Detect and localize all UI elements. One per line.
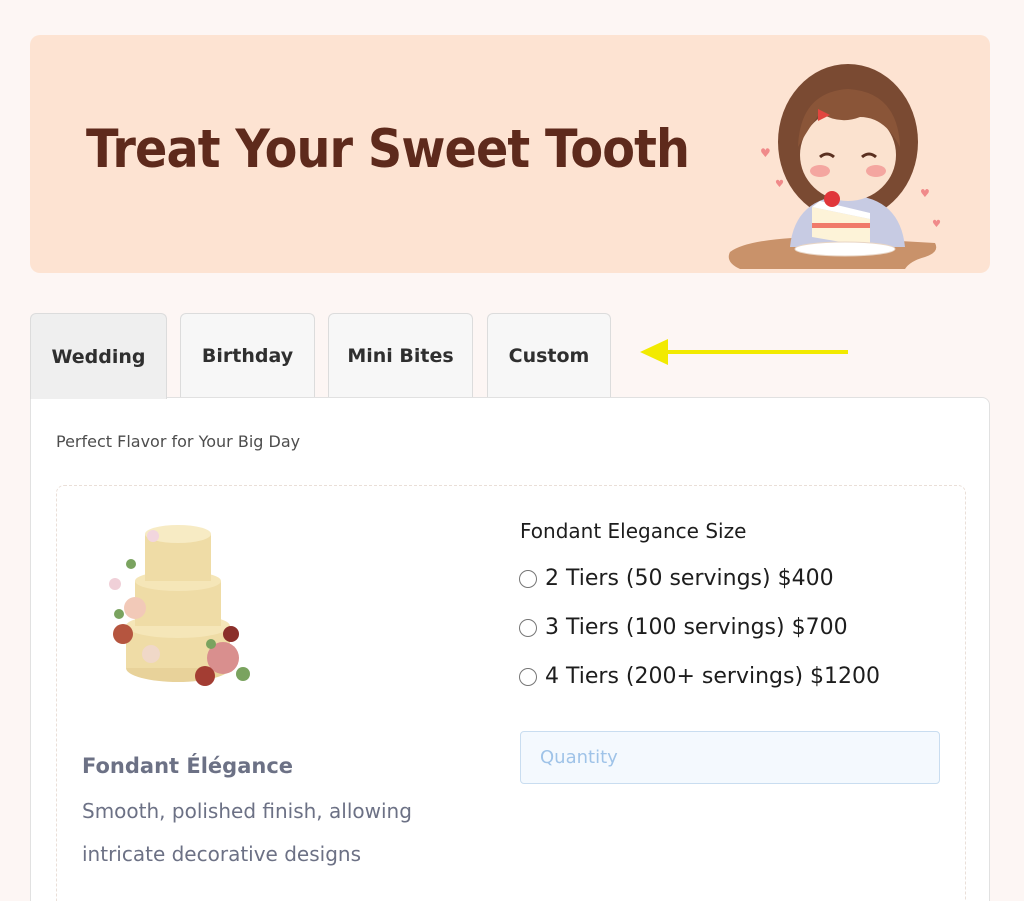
- size-radio-4-tiers[interactable]: [519, 667, 537, 686]
- product-card: Fondant Élégance Smooth, polished finish…: [56, 485, 966, 901]
- size-option-label: 4 Tiers (200+ servings) $1200: [545, 664, 881, 689]
- size-option-label: 3 Tiers (100 servings) $700: [545, 615, 848, 640]
- hero-banner: Treat Your Sweet Tooth ♥ ♥ ♥ ♥: [30, 35, 990, 273]
- quantity-input[interactable]: [520, 731, 940, 784]
- panel-subtitle: Perfect Flavor for Your Big Day: [56, 432, 301, 451]
- size-radio-2-tiers[interactable]: [519, 569, 537, 588]
- size-option-4-tiers[interactable]: 4 Tiers (200+ servings) $1200: [519, 664, 880, 689]
- tab-content-panel: Perfect Flavor for Your Big Day Fondant …: [30, 397, 990, 901]
- tab-mini-bites[interactable]: Mini Bites: [328, 313, 473, 397]
- banner-title: Treat Your Sweet Tooth: [86, 119, 690, 180]
- page: Treat Your Sweet Tooth ♥ ♥ ♥ ♥ Wedding B…: [0, 0, 1024, 901]
- svg-text:♥: ♥: [932, 219, 941, 230]
- tab-custom[interactable]: Custom: [487, 313, 611, 397]
- size-option-2-tiers[interactable]: 2 Tiers (50 servings) $400: [519, 566, 834, 591]
- size-options-title: Fondant Elegance Size: [520, 519, 747, 543]
- product-name: Fondant Élégance: [82, 754, 294, 778]
- size-radio-3-tiers[interactable]: [519, 618, 537, 637]
- tab-wedding[interactable]: Wedding: [30, 313, 167, 399]
- yellow-arrow-left-icon: [640, 339, 848, 365]
- tab-birthday[interactable]: Birthday: [180, 313, 315, 397]
- girl-eating-cake-illustration: ♥ ♥ ♥ ♥: [728, 64, 941, 269]
- wedding-cake-illustration: [109, 525, 250, 686]
- size-option-label: 2 Tiers (50 servings) $400: [545, 566, 834, 591]
- svg-text:♥: ♥: [920, 187, 930, 200]
- svg-text:♥: ♥: [760, 146, 771, 160]
- size-option-3-tiers[interactable]: 3 Tiers (100 servings) $700: [519, 615, 848, 640]
- product-description: Smooth, polished finish, allowing intric…: [82, 799, 412, 866]
- svg-text:♥: ♥: [775, 179, 784, 190]
